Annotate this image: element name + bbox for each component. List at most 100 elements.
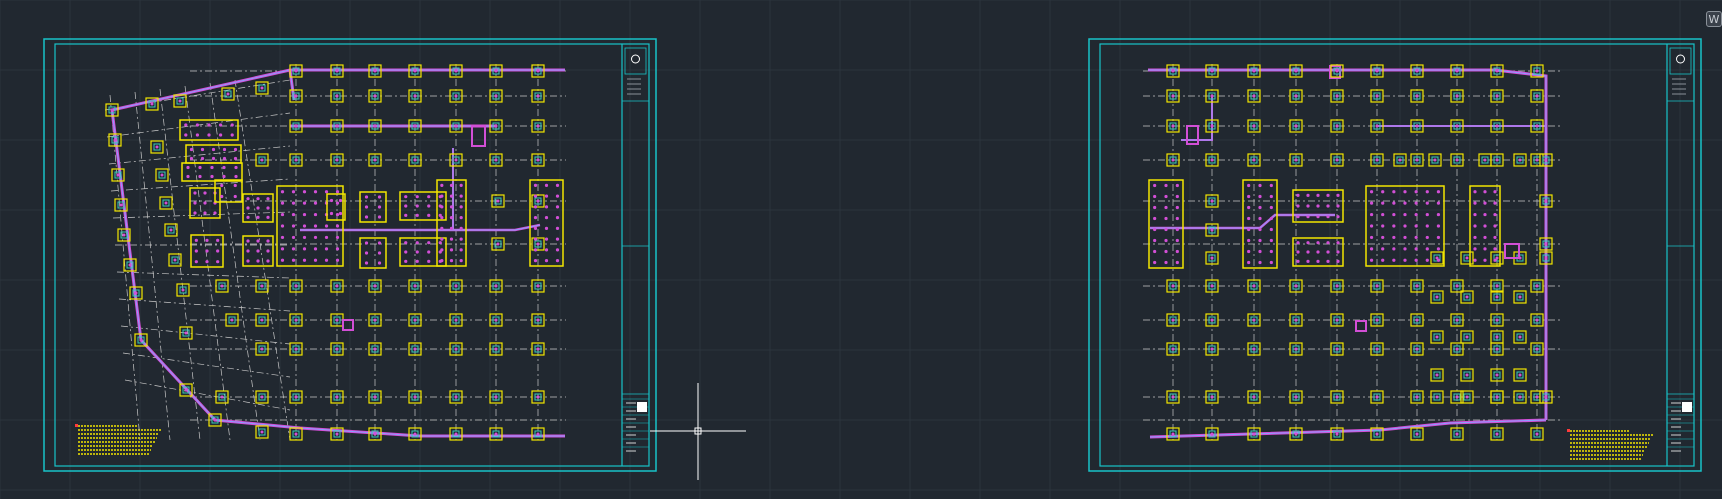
column-center bbox=[1294, 284, 1298, 288]
column-center bbox=[1375, 347, 1379, 351]
column-center bbox=[1495, 124, 1499, 128]
pile-cap bbox=[214, 179, 243, 203]
pile bbox=[335, 235, 340, 240]
column-center bbox=[536, 158, 540, 162]
pile bbox=[195, 123, 199, 127]
pile bbox=[1247, 238, 1251, 243]
column-center bbox=[1495, 158, 1499, 162]
pile bbox=[193, 191, 197, 195]
pile bbox=[246, 206, 250, 210]
column-center bbox=[119, 203, 123, 207]
column-center bbox=[1455, 124, 1459, 128]
pile bbox=[1425, 247, 1429, 251]
column-center bbox=[494, 347, 498, 351]
pile-cap bbox=[359, 191, 387, 223]
corner-w-button[interactable]: W bbox=[1706, 11, 1722, 27]
pile bbox=[1164, 205, 1168, 210]
column-center bbox=[1495, 69, 1499, 73]
pile bbox=[1296, 204, 1300, 208]
pile bbox=[1269, 183, 1273, 188]
pile bbox=[335, 224, 340, 228]
column-center bbox=[1435, 373, 1439, 377]
column-center bbox=[155, 145, 159, 149]
pile bbox=[1392, 190, 1396, 194]
column-center bbox=[1294, 347, 1298, 351]
pile bbox=[1483, 235, 1487, 240]
pile bbox=[216, 260, 220, 264]
column-center bbox=[184, 388, 188, 392]
pile bbox=[1369, 258, 1374, 262]
column-center bbox=[1294, 158, 1298, 162]
pile bbox=[440, 248, 444, 252]
pile bbox=[1436, 247, 1441, 251]
pile bbox=[1336, 193, 1340, 197]
pile bbox=[459, 259, 463, 263]
pile bbox=[440, 237, 444, 241]
column-center bbox=[373, 432, 377, 436]
pile bbox=[234, 165, 238, 170]
pile bbox=[329, 198, 334, 203]
column-center bbox=[335, 69, 339, 73]
pile bbox=[1483, 212, 1487, 217]
column-center bbox=[1171, 347, 1175, 351]
pile bbox=[194, 249, 198, 253]
pile bbox=[198, 174, 202, 179]
pile bbox=[1425, 258, 1429, 262]
pile bbox=[219, 123, 223, 127]
column-center bbox=[1495, 373, 1499, 377]
pile bbox=[1316, 250, 1320, 254]
column-center bbox=[1171, 395, 1175, 399]
pile bbox=[1164, 227, 1168, 232]
column-center bbox=[454, 158, 458, 162]
pile bbox=[1296, 215, 1300, 219]
drawing-canvas[interactable] bbox=[0, 0, 1722, 499]
pile bbox=[404, 250, 408, 254]
column-center bbox=[1518, 373, 1522, 377]
pile bbox=[449, 237, 454, 241]
column-center bbox=[1518, 335, 1522, 339]
column-center bbox=[294, 318, 298, 322]
pile-cap bbox=[359, 237, 387, 269]
column-center bbox=[1455, 432, 1459, 436]
pile bbox=[449, 216, 454, 220]
column-center bbox=[1171, 318, 1175, 322]
column-center bbox=[1483, 158, 1487, 162]
pile bbox=[246, 197, 250, 201]
pile bbox=[266, 249, 270, 253]
column-center bbox=[260, 430, 264, 434]
pile bbox=[1175, 194, 1179, 199]
column-center bbox=[1455, 395, 1459, 399]
column-center bbox=[1465, 373, 1469, 377]
pile bbox=[222, 147, 227, 152]
pile bbox=[427, 195, 431, 199]
column-center bbox=[294, 158, 298, 162]
column-center bbox=[494, 124, 498, 128]
column-center bbox=[1495, 318, 1499, 322]
column-center bbox=[373, 124, 377, 128]
column-center bbox=[1455, 69, 1459, 73]
pile bbox=[533, 259, 538, 263]
pile bbox=[233, 183, 237, 188]
pile bbox=[1473, 212, 1477, 217]
pile bbox=[302, 235, 307, 240]
column-center bbox=[1375, 158, 1379, 162]
pile bbox=[1175, 183, 1179, 188]
column-center bbox=[113, 138, 117, 142]
column-center bbox=[260, 347, 264, 351]
column-center bbox=[1210, 199, 1214, 203]
pile bbox=[313, 190, 318, 194]
pile bbox=[377, 251, 382, 255]
column-center bbox=[1435, 335, 1439, 339]
pile bbox=[1473, 258, 1477, 262]
pile bbox=[291, 258, 296, 262]
pile bbox=[449, 205, 454, 209]
pile bbox=[533, 226, 538, 230]
column-center bbox=[1465, 335, 1469, 339]
pile bbox=[440, 194, 444, 198]
pile bbox=[1336, 241, 1340, 245]
pile bbox=[246, 239, 250, 243]
pile bbox=[1153, 205, 1157, 210]
column-center bbox=[1335, 395, 1339, 399]
column-center bbox=[373, 347, 377, 351]
drawing-sheet-right[interactable] bbox=[1088, 38, 1702, 472]
